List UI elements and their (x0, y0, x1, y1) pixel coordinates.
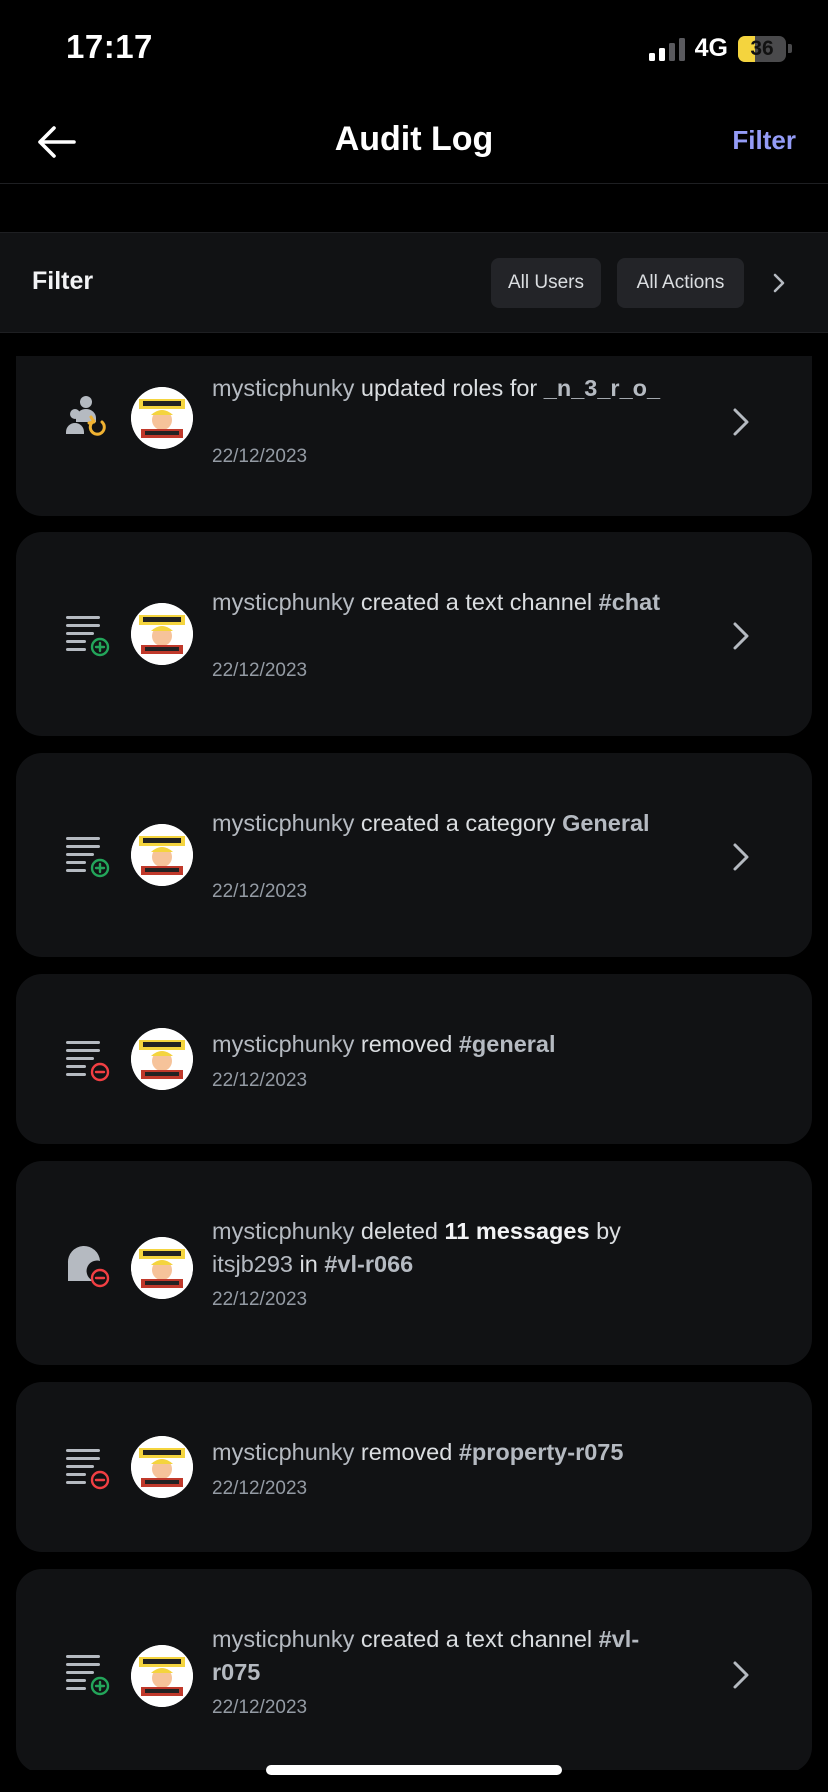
status-indicators: 4G 36 (648, 34, 792, 63)
channel-create-icon (66, 837, 110, 878)
audit-log-entry[interactable]: mysticphunky removed #general 22/12/2023 (16, 974, 812, 1144)
entry-action: created a text channel (354, 1626, 599, 1652)
entry-date: 22/12/2023 (212, 881, 308, 902)
avatar-image (131, 824, 193, 886)
entry-description: mysticphunky removed #general (212, 1028, 672, 1061)
audit-log-list: mysticphunky updated roles for _n_3_r_o_… (0, 356, 828, 1770)
avatar-image (131, 1436, 193, 1498)
entry-action: created a text channel (354, 589, 599, 615)
entry-action: removed (354, 1439, 459, 1465)
chevron-right-icon (733, 1661, 749, 1689)
entry-date: 22/12/2023 (212, 1070, 308, 1091)
entry-date: 22/12/2023 (212, 660, 308, 681)
entry-user: mysticphunky (212, 375, 355, 401)
entry-description: mysticphunky deleted 11 messages by itsj… (212, 1215, 672, 1281)
chevron-right-icon (733, 622, 749, 650)
audit-log-screen: 17:17 4G 36 Audit Log Filter Filter All … (0, 0, 828, 1792)
battery-icon: 36 (738, 35, 792, 62)
entry-description: mysticphunky removed #property-r075 (212, 1436, 672, 1469)
entry-user: mysticphunky (212, 1218, 355, 1244)
message-delete-icon (67, 1245, 110, 1288)
entry-user: mysticphunky (212, 589, 355, 615)
navigation-header: Audit Log Filter (0, 100, 828, 184)
chevron-right-icon (773, 273, 785, 293)
avatar (131, 603, 193, 665)
entry-date: 22/12/2023 (212, 446, 308, 467)
avatar-image (131, 603, 193, 665)
entry-action: created a category (354, 810, 563, 836)
status-bar: 17:17 4G 36 (0, 0, 828, 100)
channel-delete-icon (66, 1041, 110, 1082)
filter-more-button[interactable] (762, 265, 796, 301)
audit-log-entry[interactable]: mysticphunky removed #property-r075 22/1… (16, 1382, 812, 1552)
entry-description: mysticphunky created a text channel #vl-… (212, 1623, 672, 1689)
entry-user: mysticphunky (212, 1626, 355, 1652)
entry-action: removed (354, 1031, 459, 1057)
audit-log-entry[interactable]: mysticphunky created a text channel #cha… (16, 532, 812, 736)
entry-description: mysticphunky updated roles for _n_3_r_o_ (212, 372, 672, 405)
audit-log-entry[interactable]: mysticphunky deleted 11 messages by itsj… (16, 1161, 812, 1365)
avatar (131, 1237, 193, 1299)
entry-date: 22/12/2023 (212, 1289, 308, 1310)
entry-chevron (727, 1657, 755, 1693)
entry-action: deleted (354, 1218, 445, 1244)
entry-author: itsjb293 (212, 1251, 293, 1277)
avatar (131, 824, 193, 886)
entry-target: #vl-r066 (324, 1251, 414, 1277)
entry-action: updated roles for (354, 375, 544, 401)
entry-date: 22/12/2023 (212, 1697, 308, 1718)
avatar (131, 387, 193, 449)
entry-target: _n_3_r_o_ (543, 375, 661, 401)
all-users-filter-chip[interactable]: All Users (491, 258, 601, 308)
network-type: 4G (694, 34, 728, 62)
back-button[interactable] (28, 116, 84, 168)
entry-chevron (727, 839, 755, 875)
member-role-update-icon (66, 396, 106, 436)
battery-level: 36 (750, 36, 774, 60)
channel-delete-icon (66, 1449, 110, 1490)
avatar-image (131, 1237, 193, 1299)
entry-description: mysticphunky created a category General (212, 807, 672, 840)
avatar-image (131, 1645, 193, 1707)
filter-bar: Filter All Users All Actions (0, 232, 828, 333)
entry-date: 22/12/2023 (212, 1478, 308, 1499)
entry-chevron (727, 404, 755, 440)
entry-description: mysticphunky created a text channel #cha… (212, 586, 672, 619)
home-indicator[interactable] (266, 1765, 562, 1775)
filter-bar-label: Filter (32, 267, 94, 295)
channel-create-icon (66, 1655, 110, 1696)
entry-in: in (293, 1251, 325, 1277)
avatar (131, 1028, 193, 1090)
all-actions-filter-chip[interactable]: All Actions (617, 258, 744, 308)
entry-target: #property-r075 (458, 1439, 624, 1465)
entry-user: mysticphunky (212, 810, 355, 836)
avatar (131, 1436, 193, 1498)
entry-chevron (727, 618, 755, 654)
chevron-right-icon (733, 843, 749, 871)
status-time: 17:17 (66, 28, 153, 65)
entry-target: #chat (598, 589, 661, 615)
entry-message-count: 11 messages (444, 1218, 590, 1244)
page-title: Audit Log (334, 120, 494, 158)
avatar (131, 1645, 193, 1707)
entry-by: by (589, 1218, 621, 1244)
entry-user: mysticphunky (212, 1439, 355, 1465)
entry-target: #general (458, 1031, 556, 1057)
chevron-right-icon (733, 408, 749, 436)
entry-target: General (562, 810, 650, 836)
audit-log-entry[interactable]: mysticphunky updated roles for _n_3_r_o_… (16, 356, 812, 516)
arrow-left-icon (38, 126, 76, 158)
channel-create-icon (66, 616, 110, 657)
avatar-image (131, 1028, 193, 1090)
audit-log-entry[interactable]: mysticphunky created a text channel #vl-… (16, 1569, 812, 1770)
cellular-signal-icon (648, 37, 685, 61)
entry-user: mysticphunky (212, 1031, 355, 1057)
audit-log-entry[interactable]: mysticphunky created a category General … (16, 753, 812, 957)
avatar-image (131, 387, 193, 449)
filter-button[interactable]: Filter (732, 125, 796, 156)
